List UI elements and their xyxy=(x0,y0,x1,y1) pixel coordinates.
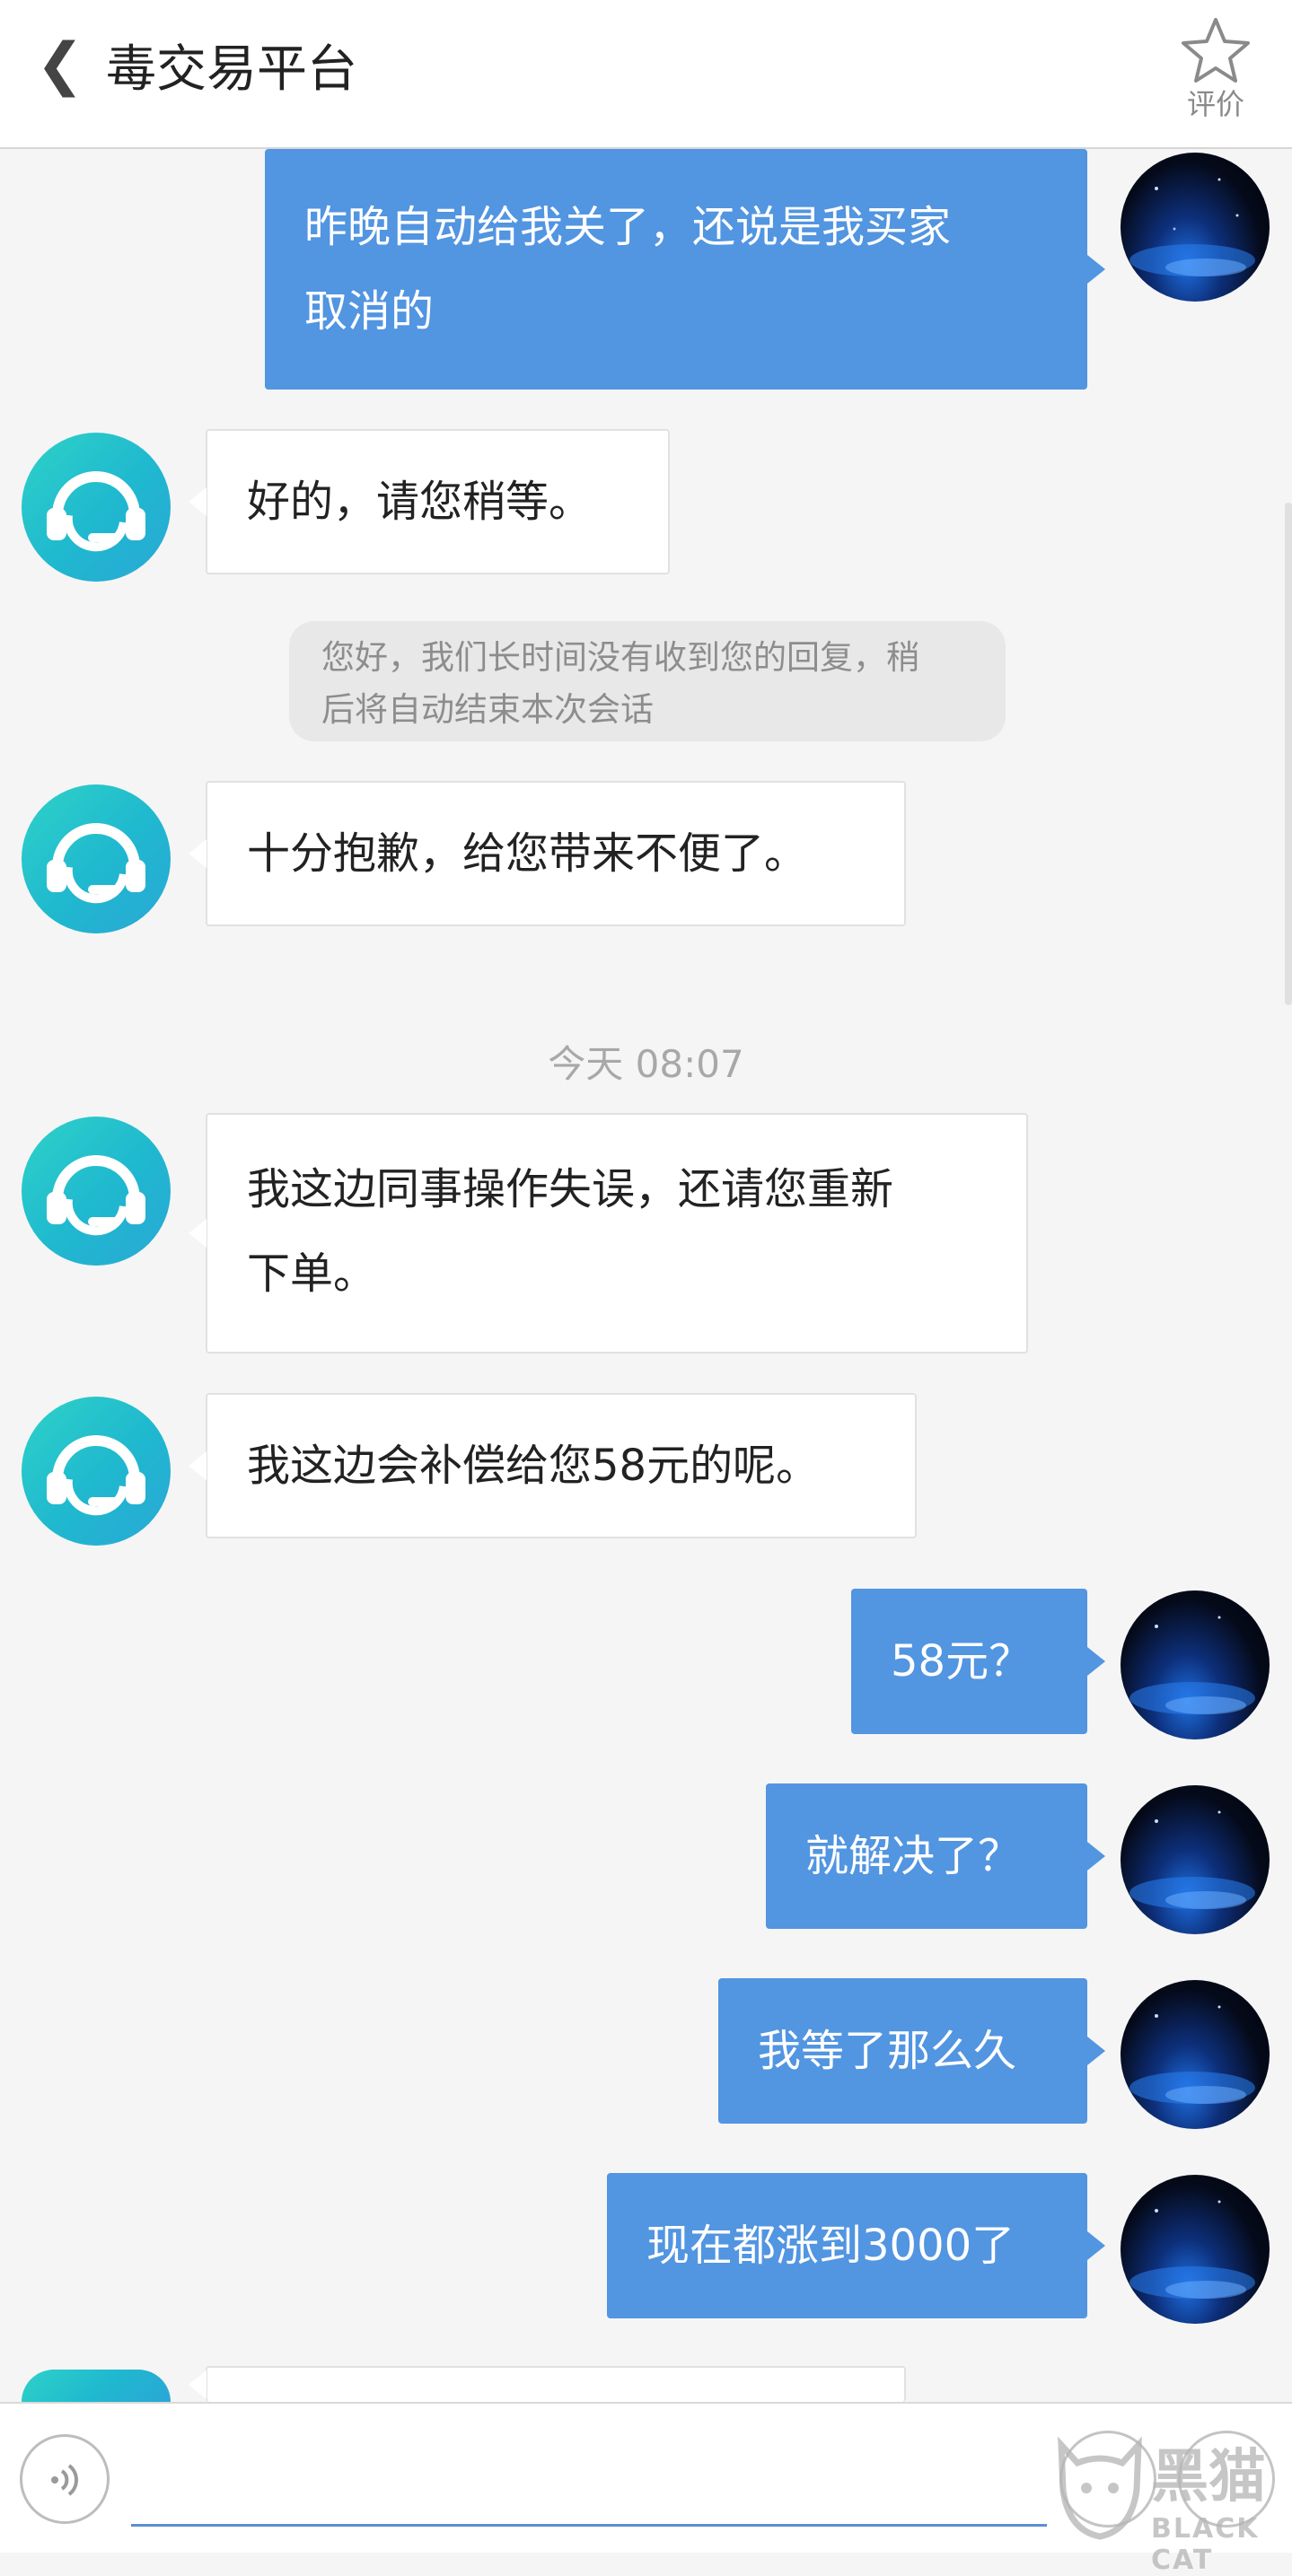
user-message[interactable]: 我等了那么久 xyxy=(718,1978,1105,2124)
voice-input-icon xyxy=(51,2464,78,2496)
user-message[interactable]: 现在都涨到3000了 xyxy=(607,2173,1105,2318)
rate-label: 评价 xyxy=(1186,87,1244,121)
agent-avatar[interactable] xyxy=(22,433,171,582)
agent-message[interactable]: 我这边同事操作失误，还请您重新 下单。 xyxy=(189,1113,1028,1354)
voice-button[interactable] xyxy=(20,2434,110,2524)
headset-icon xyxy=(47,471,145,552)
avatar-image xyxy=(1129,1616,1255,1714)
notice-line: 您好，我们长时间没有收到您的回复，稍 xyxy=(321,638,919,677)
user-avatar[interactable] xyxy=(1121,153,1270,302)
chat-header: ❮ 毒交易平台 评价 xyxy=(0,0,1292,149)
user-avatar[interactable] xyxy=(1121,2175,1270,2324)
agent-avatar[interactable] xyxy=(22,1397,171,1546)
scrollbar[interactable] xyxy=(1285,503,1292,1005)
agent-message[interactable] xyxy=(189,2366,906,2402)
avatar-image xyxy=(1129,2005,1255,2104)
message-line: 昨晚自动给我关了，还说是我买家 xyxy=(304,202,952,252)
avatar-image xyxy=(1129,178,1255,276)
page-title: 毒交易平台 xyxy=(106,40,357,99)
agent-avatar[interactable] xyxy=(22,2370,171,2402)
message-line: 取消的 xyxy=(304,286,435,337)
time-divider: 今天 08:07 xyxy=(548,1042,744,1086)
rate-button[interactable]: 评价 xyxy=(1175,16,1256,118)
user-avatar[interactable] xyxy=(1121,1785,1270,1934)
system-notice: 您好，我们长时间没有收到您的回复，稍 后将自动结束本次会话 xyxy=(289,621,1006,741)
agent-message[interactable]: 十分抱歉，给您带来不便了。 xyxy=(189,781,906,926)
message-line: 下单。 xyxy=(247,1249,377,1299)
watermark-subtext: BLACK CAT xyxy=(1151,2513,1260,2576)
agent-avatar[interactable] xyxy=(22,1117,171,1266)
message-line: 我这边同事操作失误，还请您重新 xyxy=(247,1164,894,1214)
avatar-image xyxy=(1129,2200,1255,2299)
avatar-image xyxy=(1129,1810,1255,1909)
user-message[interactable]: 昨晚自动给我关了，还说是我买家 取消的 xyxy=(265,149,1105,390)
message-input[interactable] xyxy=(131,2524,1047,2527)
back-button[interactable]: ❮ xyxy=(36,36,84,93)
watermark: 黑猫 BLACK CAT xyxy=(1050,2423,1292,2576)
notice-line: 后将自动结束本次会话 xyxy=(321,690,654,729)
headset-icon xyxy=(47,1155,145,1236)
agent-message[interactable]: 我这边会补偿给您58元的呢。 xyxy=(189,1393,917,1538)
headset-icon xyxy=(47,823,145,904)
black-cat-logo-icon xyxy=(1058,2436,1142,2540)
watermark-text: 黑猫 xyxy=(1151,2444,1266,2510)
agent-avatar[interactable] xyxy=(22,784,171,933)
user-avatar[interactable] xyxy=(1121,1590,1270,1739)
headset-icon xyxy=(47,1435,145,1516)
user-message[interactable]: 58元？ xyxy=(851,1589,1105,1734)
agent-message[interactable]: 好的，请您稍等。 xyxy=(189,429,670,574)
star-outline-icon xyxy=(1182,18,1250,83)
user-avatar[interactable] xyxy=(1121,1980,1270,2129)
user-message[interactable]: 就解决了？ xyxy=(766,1783,1105,1929)
